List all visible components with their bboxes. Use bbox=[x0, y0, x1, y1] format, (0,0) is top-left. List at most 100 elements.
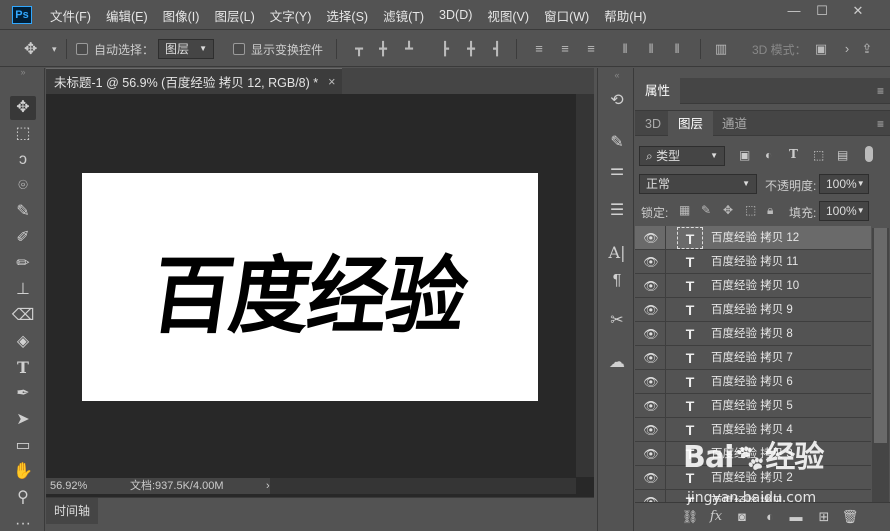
layer-row[interactable]: 👁︎ T 百度经验 拷贝 8 bbox=[635, 322, 871, 346]
menu-3d[interactable]: 3D(D) bbox=[439, 8, 480, 22]
eye-icon[interactable]: 👁︎ bbox=[643, 279, 659, 293]
layer-row[interactable]: 👁︎ T 百度经验 拷贝 5 bbox=[635, 394, 871, 418]
tab-channels[interactable]: 通道 bbox=[712, 111, 757, 137]
filter-shape-icon[interactable]: ⬚ bbox=[813, 148, 824, 162]
lasso-tool-icon[interactable]: ↄ bbox=[10, 148, 36, 172]
layer-row[interactable]: 👁︎ T 百度经验 拷贝 11 bbox=[635, 250, 871, 274]
zoom-level[interactable]: 56.92% bbox=[50, 478, 87, 494]
distribute-right-icon[interactable]: ‖ bbox=[670, 42, 684, 56]
menu-file[interactable]: 文件(F) bbox=[50, 6, 99, 25]
document-tab[interactable]: 未标题-1 @ 56.9% (百度经验 拷贝 12, RGB/8) * × bbox=[46, 68, 342, 94]
layer-row[interactable]: 👁︎ T 百度经验 拷贝 10 bbox=[635, 274, 871, 298]
menu-view[interactable]: 视图(V) bbox=[487, 6, 537, 25]
timeline-tab[interactable]: 时间轴 bbox=[46, 498, 98, 524]
align-vcenter-icon[interactable]: ╋ bbox=[376, 42, 390, 56]
spot-healing-tool-icon[interactable]: ✐ bbox=[10, 226, 36, 250]
lock-image-icon[interactable]: ✎ bbox=[701, 203, 711, 217]
quick-select-tool-icon[interactable]: ⌾ bbox=[10, 174, 36, 198]
zoom-tool-icon[interactable]: ⚲ bbox=[10, 486, 36, 510]
paragraph-icon[interactable]: ¶ bbox=[605, 270, 629, 292]
show-transform-checkbox[interactable]: 显示变换控件 bbox=[233, 31, 323, 67]
auto-select-dropdown[interactable]: 图层 ▼ bbox=[158, 39, 214, 59]
fill-field[interactable]: 100% ▼ bbox=[819, 201, 869, 221]
history-icon[interactable]: ⟲ bbox=[605, 90, 629, 112]
chevron-right-icon[interactable]: › bbox=[840, 42, 854, 56]
distribute-vcenter-icon[interactable]: ≡ bbox=[558, 42, 572, 56]
panel-menu-icon[interactable]: ≡ bbox=[877, 117, 884, 131]
libraries-icon[interactable]: ☁ bbox=[605, 352, 629, 374]
layer-row[interactable]: 👁︎ T 百度经验 拷贝 9 bbox=[635, 298, 871, 322]
lock-transparent-icon[interactable]: ▦ bbox=[679, 203, 690, 217]
tool-presets-icon[interactable]: ☰ bbox=[605, 200, 629, 222]
paint-bucket-tool-icon[interactable]: ◈ bbox=[10, 330, 36, 354]
align-top-icon[interactable]: ┳ bbox=[352, 42, 366, 56]
lock-artboard-icon[interactable]: ⬚ bbox=[745, 203, 756, 217]
filter-adjustment-icon[interactable]: ◐ bbox=[765, 148, 772, 162]
brush-settings-icon[interactable]: ✎ bbox=[605, 132, 629, 154]
align-bottom-icon[interactable]: ┻ bbox=[402, 42, 416, 56]
align-right-icon[interactable]: ┫ bbox=[490, 42, 504, 56]
eye-icon[interactable]: 👁︎ bbox=[643, 495, 659, 502]
layer-row[interactable]: 👁︎ T 百度经验 拷贝 7 bbox=[635, 346, 871, 370]
eye-icon[interactable]: 👁︎ bbox=[643, 399, 659, 413]
layer-row[interactable]: 👁︎ T 百度经验 拷贝 12 bbox=[635, 226, 871, 250]
status-menu-arrow[interactable]: › bbox=[266, 478, 270, 494]
eye-icon[interactable]: 👁︎ bbox=[643, 447, 659, 461]
align-left-icon[interactable]: ┣ bbox=[438, 42, 452, 56]
distribute-bottom-icon[interactable]: ≡ bbox=[584, 42, 598, 56]
eye-icon[interactable]: 👁︎ bbox=[643, 255, 659, 269]
adjustments-icon[interactable]: ⚌ bbox=[605, 160, 629, 182]
eye-icon[interactable]: 👁︎ bbox=[643, 231, 659, 245]
collapse-icon[interactable]: « bbox=[605, 70, 629, 80]
filter-smart-object-icon[interactable]: ▤ bbox=[837, 148, 848, 162]
more-tools-icon[interactable]: ··· bbox=[10, 512, 36, 531]
menu-type[interactable]: 文字(Y) bbox=[270, 6, 320, 25]
brush-tool-icon[interactable]: ✏ bbox=[10, 252, 36, 276]
eye-icon[interactable]: 👁︎ bbox=[643, 423, 659, 437]
vertical-scrollbar[interactable] bbox=[576, 94, 594, 477]
eye-icon[interactable]: 👁︎ bbox=[643, 303, 659, 317]
minimize-button[interactable]: — bbox=[784, 2, 804, 20]
maximize-button[interactable]: ☐ bbox=[812, 2, 832, 20]
chevron-down-icon[interactable]: ▾ bbox=[52, 31, 57, 67]
path-selection-tool-icon[interactable]: ➤ bbox=[10, 408, 36, 432]
menu-filter[interactable]: 滤镜(T) bbox=[383, 6, 432, 25]
pen-tool-icon[interactable]: ✒ bbox=[10, 382, 36, 406]
lock-all-icon[interactable]: 🔒︎ bbox=[767, 203, 773, 218]
close-tab-icon[interactable]: × bbox=[328, 75, 335, 89]
filter-toggle-icon[interactable] bbox=[865, 146, 873, 162]
tools-x-icon[interactable]: ✂ bbox=[605, 310, 629, 332]
menu-image[interactable]: 图像(I) bbox=[163, 6, 208, 25]
align-hcenter-icon[interactable]: ╋ bbox=[464, 42, 478, 56]
stamp-tool-icon[interactable]: ⊥ bbox=[10, 278, 36, 302]
close-button[interactable]: ✕ bbox=[848, 2, 868, 20]
menu-edit[interactable]: 编辑(E) bbox=[106, 6, 156, 25]
checkbox-icon[interactable] bbox=[76, 43, 88, 55]
distribute-top-icon[interactable]: ≡ bbox=[532, 42, 546, 56]
eye-icon[interactable]: 👁︎ bbox=[643, 327, 659, 341]
move-tool-preset-icon[interactable]: ✥ bbox=[24, 31, 37, 67]
eraser-tool-icon[interactable]: ⌫ bbox=[10, 304, 36, 328]
character-icon[interactable]: A| bbox=[605, 242, 629, 264]
3d-orbit-icon[interactable]: ▣ bbox=[814, 42, 828, 56]
panel-menu-icon[interactable]: ≡ bbox=[877, 84, 884, 98]
menu-window[interactable]: 窗口(W) bbox=[544, 6, 597, 25]
filter-pixel-icon[interactable]: ▣ bbox=[739, 148, 750, 162]
menu-layer[interactable]: 图层(L) bbox=[214, 6, 262, 25]
menu-select[interactable]: 选择(S) bbox=[326, 6, 376, 25]
opacity-field[interactable]: 100% ▼ bbox=[819, 174, 869, 194]
blend-mode-dropdown[interactable]: 正常 ▼ bbox=[639, 174, 757, 194]
eye-icon[interactable]: 👁︎ bbox=[643, 351, 659, 365]
canvas[interactable]: 百度经验 bbox=[82, 173, 538, 401]
horizontal-scrollbar[interactable] bbox=[270, 478, 576, 494]
rectangle-tool-icon[interactable]: ▭ bbox=[10, 434, 36, 458]
layer-filter-dropdown[interactable]: ⌕ 类型 ▼ bbox=[639, 146, 725, 166]
eyedropper-tool-icon[interactable]: ✎ bbox=[10, 200, 36, 224]
move-tool-icon[interactable]: ✥ bbox=[10, 96, 36, 120]
filter-type-icon[interactable]: T bbox=[789, 147, 798, 161]
menu-help[interactable]: 帮助(H) bbox=[604, 6, 654, 25]
eye-icon[interactable]: 👁︎ bbox=[643, 375, 659, 389]
auto-align-icon[interactable]: ▥ bbox=[714, 42, 728, 56]
tab-properties[interactable]: 属性 bbox=[635, 78, 681, 104]
lock-position-icon[interactable]: ✥ bbox=[723, 203, 733, 217]
